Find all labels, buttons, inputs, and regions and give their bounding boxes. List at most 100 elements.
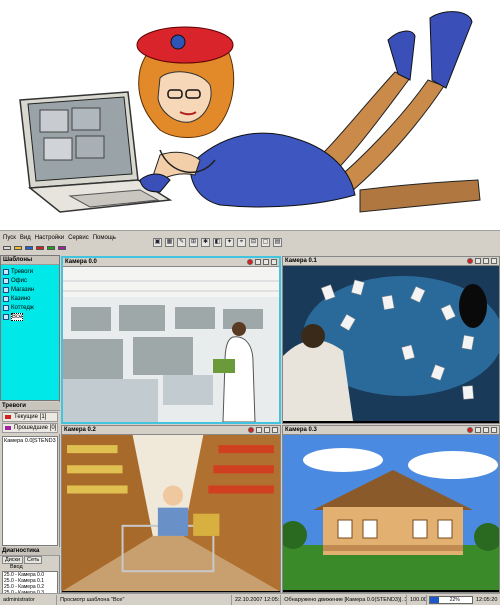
map-icon[interactable]: ◧ [213, 237, 222, 247]
templates-panel: Шаблоны Тревоги Офис Магазин Казино Коттедж В… [0, 255, 60, 401]
camera-log-entry[interactable]: Камера 0.0[STEND3 [4, 438, 56, 444]
swatch-yellow[interactable] [14, 246, 22, 250]
diagnostics-tabs: Диски Сеть [0, 556, 60, 564]
record-icon[interactable] [247, 259, 253, 265]
color-swatches [3, 246, 66, 250]
menu-help[interactable]: Помощь [93, 235, 116, 241]
maximize-icon[interactable] [264, 427, 270, 433]
swatch-gray[interactable] [3, 246, 11, 250]
info-icon[interactable] [255, 259, 261, 265]
split-view-icon[interactable]: ⊟ [249, 237, 258, 247]
status-clock: 12:05:20 [475, 596, 498, 603]
camera-controls-2 [248, 427, 278, 433]
swatch-blue[interactable] [25, 246, 33, 250]
camera-view-0[interactable]: Камера 0.0 [61, 256, 281, 424]
character-illustration [136, 11, 481, 213]
template-item[interactable]: Все [3, 312, 57, 321]
camera-view-2[interactable]: Камера 0.2 [61, 425, 281, 593]
window-icon[interactable] [272, 427, 278, 433]
window-icon[interactable] [491, 427, 497, 433]
window-icon[interactable]: ▤ [273, 237, 282, 247]
status-bar: administrator Просмотр шаблона "Все" 22.… [0, 593, 500, 605]
maximize-icon[interactable] [483, 427, 489, 433]
maximize-icon[interactable] [483, 258, 489, 264]
swatch-green[interactable] [47, 246, 55, 250]
info-icon[interactable] [475, 258, 481, 264]
camera-title-2: Камера 0.2 [64, 427, 96, 433]
status-event: Обнаружено движение [Камера 0.0(STEND3)]… [281, 594, 407, 605]
record-icon[interactable] [467, 258, 473, 264]
layout-icon[interactable]: ▦ [165, 237, 174, 247]
camera-view-3[interactable]: Камера 0.3 [282, 425, 500, 593]
status-datetime: 22.10.2007 12:05:19 [232, 594, 282, 605]
record-icon[interactable] [467, 427, 473, 433]
maximize-icon[interactable] [263, 259, 269, 265]
diagnostics-input-label[interactable]: Ввод [0, 564, 60, 570]
menu-start[interactable]: Пуск [3, 235, 16, 241]
template-label: Казино [11, 295, 31, 302]
camera-title-3: Камера 0.3 [285, 427, 317, 433]
record-icon[interactable] [248, 427, 254, 433]
templates-list: Тревоги Офис Магазин Казино Коттедж Все [1, 265, 59, 323]
template-icon [3, 295, 9, 302]
alarms-past-button[interactable]: Прошедшие [0] [2, 423, 58, 433]
menu-settings[interactable]: Настройки [35, 235, 64, 241]
status-progress: 22% [428, 595, 473, 604]
camera-header-3: Камера 0.3 [283, 426, 499, 435]
hero-illustration [0, 0, 500, 230]
swatch-red[interactable] [36, 246, 44, 250]
swatch-purple[interactable] [58, 246, 66, 250]
alarms-past-label: Прошедшие [0] [14, 425, 57, 431]
window-icon[interactable] [491, 258, 497, 264]
template-item[interactable]: Офис [3, 276, 57, 285]
pen-icon[interactable]: ✎ [177, 237, 186, 247]
flag-purple-icon [5, 426, 11, 430]
diagnostics-title: Диагностика [0, 547, 60, 556]
tab-network[interactable]: Сеть [24, 556, 43, 564]
camera-image-office [63, 267, 279, 422]
star-icon[interactable]: ✦ [225, 237, 234, 247]
menu-service[interactable]: Сервис [68, 235, 89, 241]
alarms-current-label: Текущие [1] [14, 414, 47, 420]
settings-icon[interactable]: ✱ [201, 237, 210, 247]
camera-controls-3 [467, 427, 497, 433]
template-icon [3, 304, 9, 311]
status-view: Просмотр шаблона "Все" [57, 594, 232, 605]
template-icon [3, 286, 9, 293]
camera-title-0: Камера 0.0 [65, 259, 97, 265]
info-icon[interactable] [475, 427, 481, 433]
info-icon[interactable] [256, 427, 262, 433]
camera-log: Камера 0.0[STEND3 [2, 436, 58, 546]
progress-fill [429, 596, 440, 603]
template-item[interactable]: Коттедж [3, 303, 57, 312]
camera-view-1[interactable]: Камера 0.1 [282, 256, 500, 424]
template-label: Коттедж [11, 304, 34, 311]
alarms-title: Тревоги [0, 402, 60, 411]
camera-controls-1 [467, 258, 497, 264]
camera-image-casino [283, 266, 499, 421]
alarms-current-button[interactable]: Текущие [1] [2, 412, 58, 422]
template-item[interactable]: Магазин [3, 285, 57, 294]
flag-red-icon [5, 415, 11, 419]
template-label: Офис [11, 277, 27, 284]
template-label: Тревоги [11, 268, 33, 275]
status-user: administrator [0, 594, 58, 605]
full-view-icon[interactable]: ▢ [261, 237, 270, 247]
tab-disks[interactable]: Диски [2, 556, 24, 564]
pin-icon[interactable]: ⌖ [237, 237, 246, 247]
status-value: 100.00 [407, 594, 427, 605]
camera-image-store [62, 435, 280, 592]
diagnostics-panel: Диагностика Диски Сеть Ввод 25.0 - Камер… [0, 547, 60, 597]
camera-header-1: Камера 0.1 [283, 257, 499, 266]
window-icon[interactable] [271, 259, 277, 265]
grid-icon[interactable]: ⊞ [189, 237, 198, 247]
toolbar: ▣ ▦ ✎ ⊞ ✱ ◧ ✦ ⌖ ⊟ ▢ ▤ [153, 233, 282, 251]
menu-view[interactable]: Вид [20, 235, 31, 241]
template-label: Все [11, 312, 24, 321]
templates-title: Шаблоны [1, 256, 59, 265]
left-panel: Шаблоны Тревоги Офис Магазин Казино Коттедж В… [0, 255, 60, 597]
template-item[interactable]: Тревоги [3, 267, 57, 276]
template-icon [3, 313, 9, 320]
camera-icon[interactable]: ▣ [153, 237, 162, 247]
template-item[interactable]: Казино [3, 294, 57, 303]
